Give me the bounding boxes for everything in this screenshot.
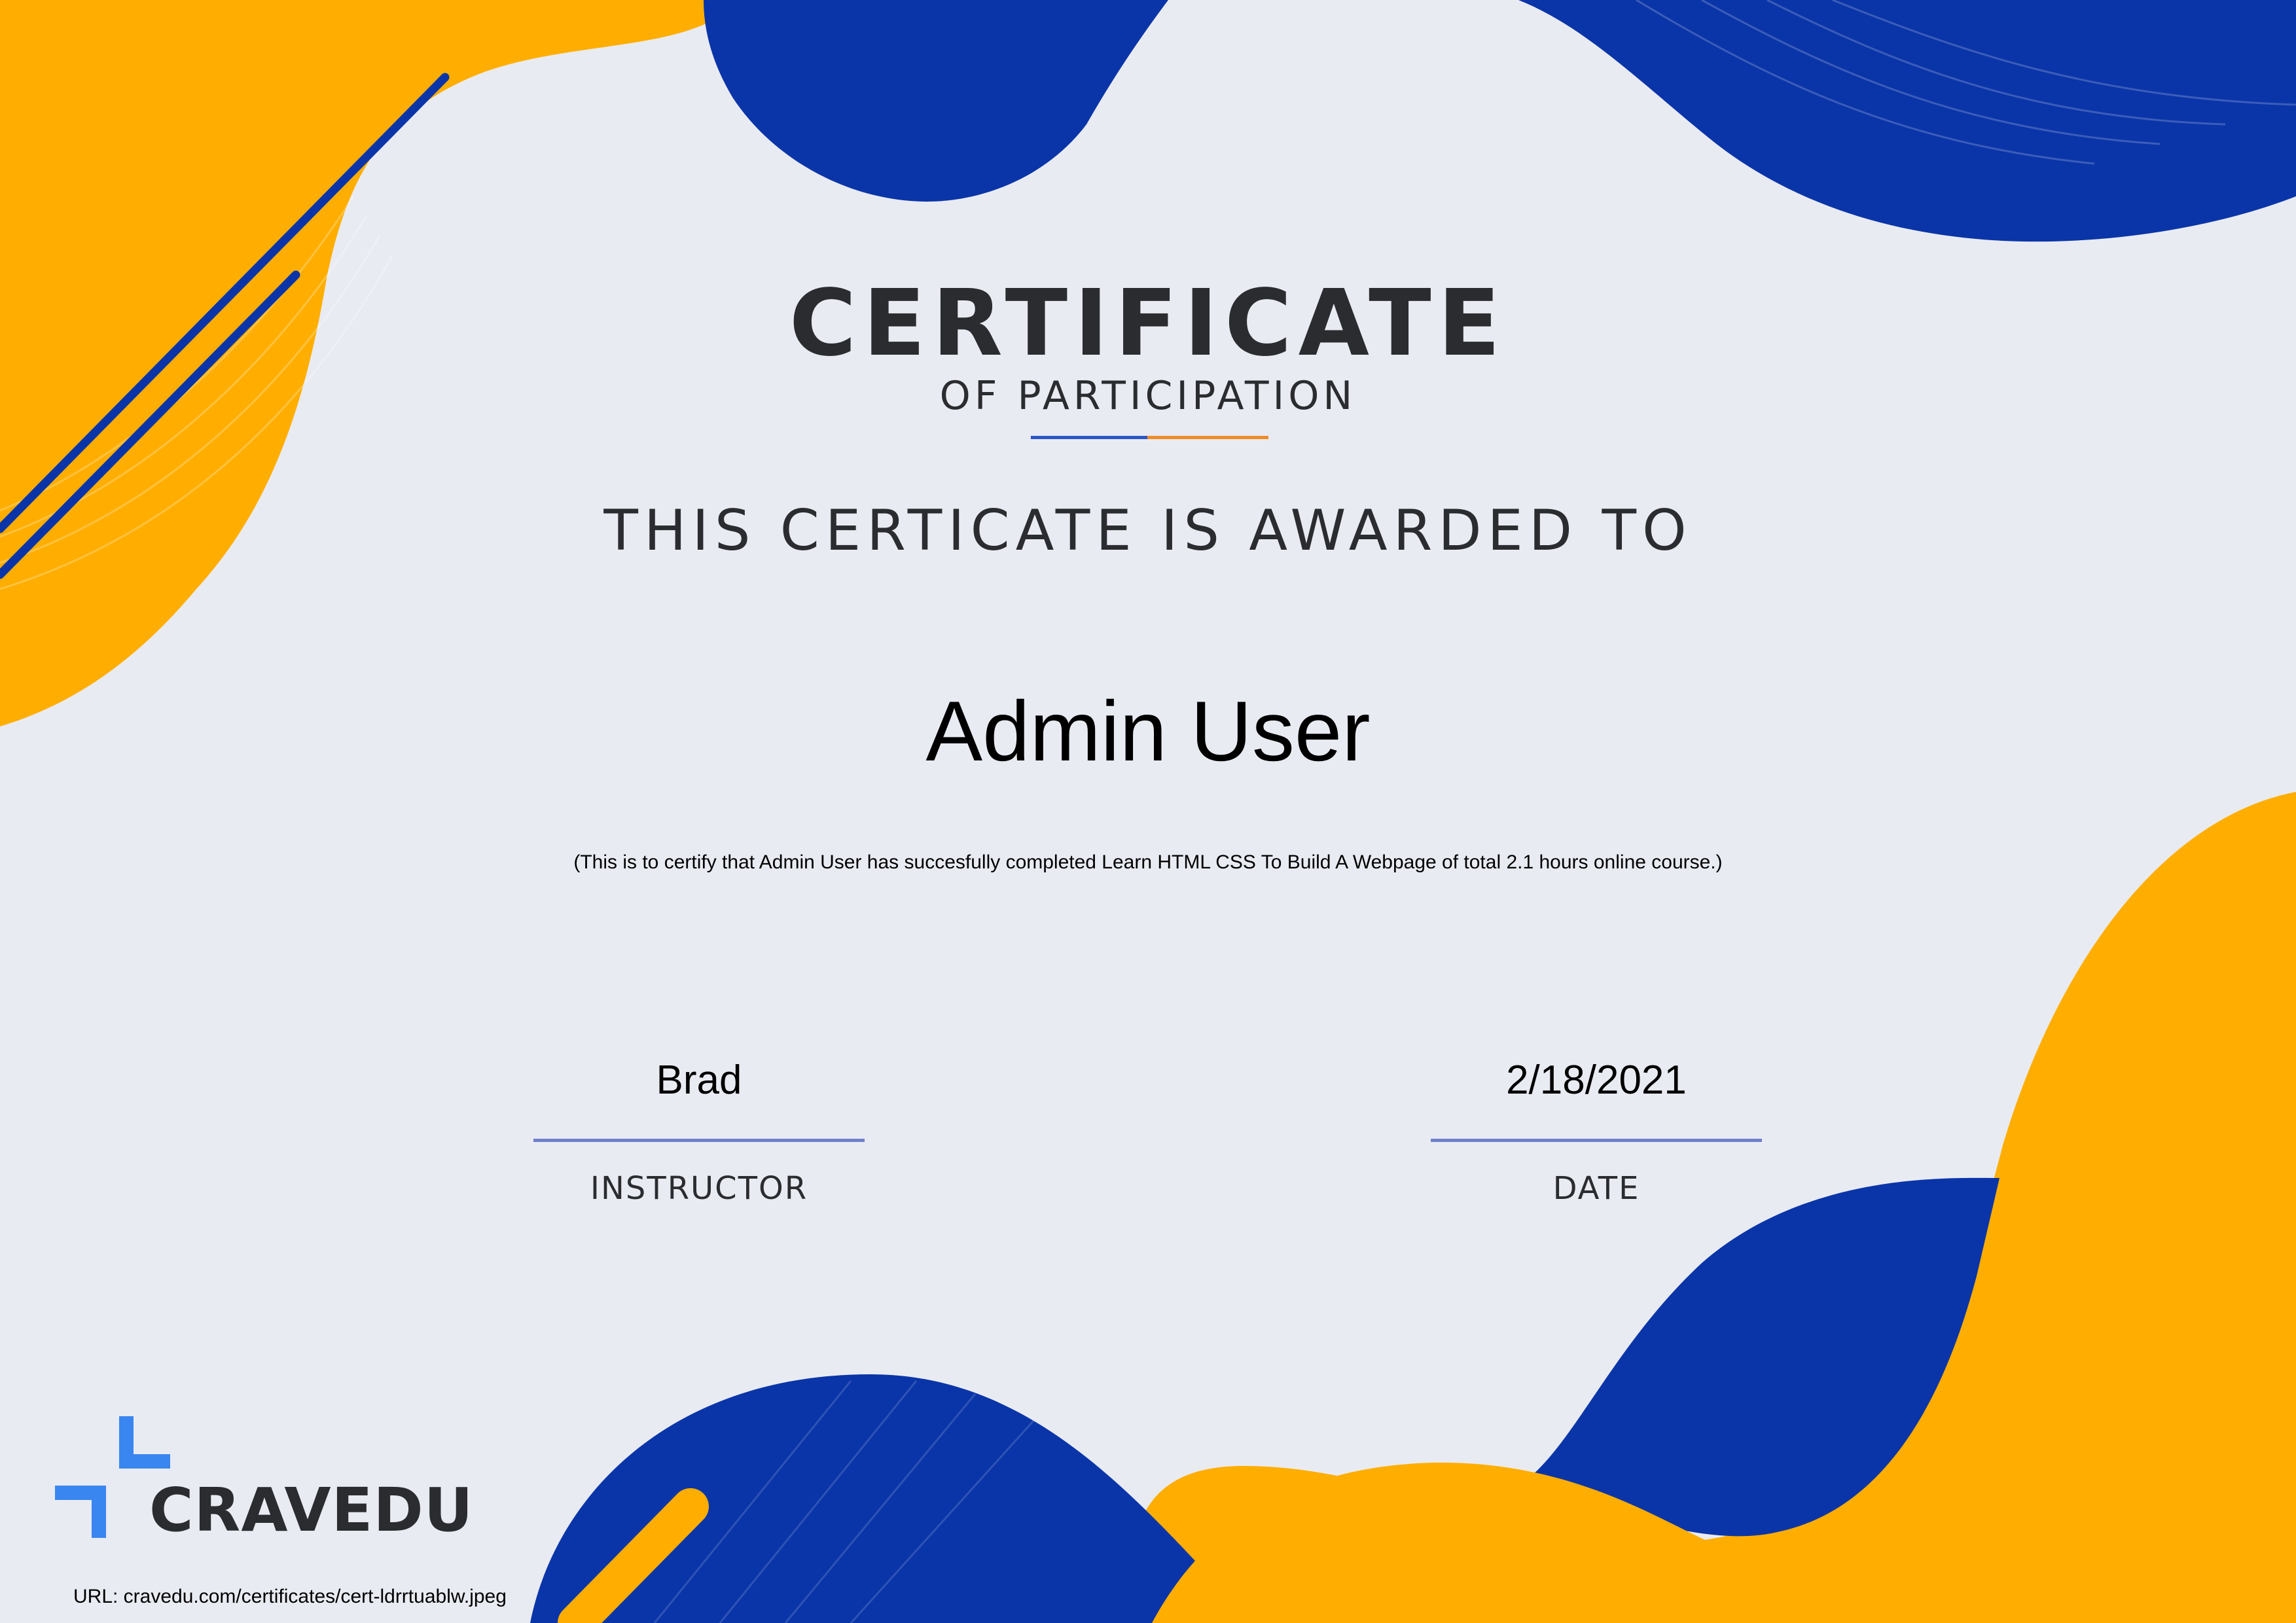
certificate-subtitle: OF PARTICIPATION <box>939 373 1357 419</box>
date-label: DATE <box>1552 1170 1640 1207</box>
certificate-title: CERTIFICATE <box>789 270 1507 377</box>
certificate-page: CERTIFICATE OF PARTICIPATION THIS CERTIC… <box>0 0 2296 1623</box>
instructor-signature-line <box>533 1139 865 1142</box>
title-divider-blue <box>1031 436 1147 439</box>
issue-date: 2/18/2021 <box>1506 1058 1687 1103</box>
certification-statement: (This is to certify that Admin User has … <box>573 851 1723 873</box>
top-right-blue-wave <box>1518 0 2296 242</box>
recipient-name: Admin User <box>925 683 1371 779</box>
date-signature-line <box>1431 1139 1762 1142</box>
awarded-to-text: THIS CERTICATE IS AWARDED TO <box>603 498 1693 563</box>
title-divider-orange <box>1147 436 1268 439</box>
certificate-url: URL: cravedu.com/certificates/cert-ldrrt… <box>73 1586 507 1607</box>
instructor-label: INSTRUCTOR <box>590 1170 808 1207</box>
brand-name: CRAVEDU <box>149 1475 474 1545</box>
top-center-blue-blob <box>704 0 1168 202</box>
instructor-name: Brad <box>656 1058 742 1103</box>
decorative-background <box>0 0 2296 1623</box>
